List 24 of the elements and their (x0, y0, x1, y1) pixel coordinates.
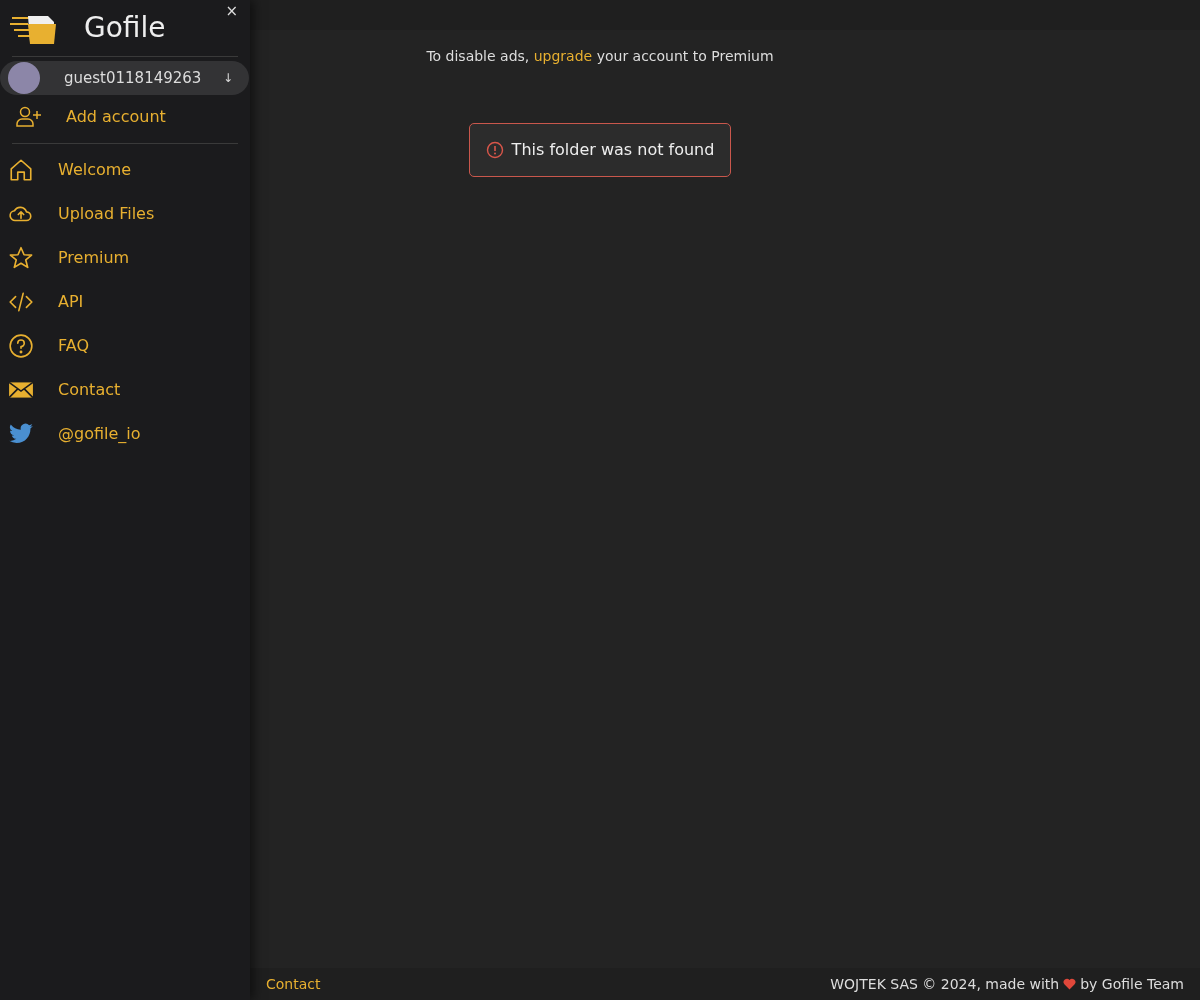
sidebar-item[interactable]: Premium (0, 236, 250, 280)
add-user-icon (16, 105, 42, 129)
ads-notice: To disable ads, upgrade your account to Premium (426, 47, 774, 66)
question-icon (8, 333, 34, 359)
upgrade-link[interactable]: upgrade (533, 48, 593, 64)
brand-name: Gofile (84, 10, 166, 46)
sidebar-item[interactable]: FAQ (0, 324, 250, 368)
avatar-icon (8, 62, 40, 94)
add-account-link[interactable]: Add account (0, 95, 250, 139)
sidebar-item[interactable]: API (0, 280, 250, 324)
sidebar-item[interactable]: Upload Files (0, 192, 250, 236)
account-selector[interactable]: guest0118149263 ↓ (0, 61, 249, 95)
sidebar-item[interactable]: @gofile_io (0, 412, 250, 456)
warning-icon (485, 141, 504, 159)
copyright-text: WOJTEK SAS © 2024, made with (830, 974, 1060, 994)
sidebar-item[interactable]: Welcome (0, 148, 250, 192)
heart-icon (1063, 978, 1077, 990)
home-icon (8, 157, 34, 183)
close-button[interactable]: × (221, 4, 242, 19)
star-icon (8, 245, 34, 271)
team-text: by Gofile Team (1080, 974, 1184, 994)
sidebar-item[interactable]: Contact (0, 368, 250, 412)
alert-message: This folder was not found (511, 139, 715, 161)
footer-contact-link[interactable]: Contact (266, 973, 321, 995)
